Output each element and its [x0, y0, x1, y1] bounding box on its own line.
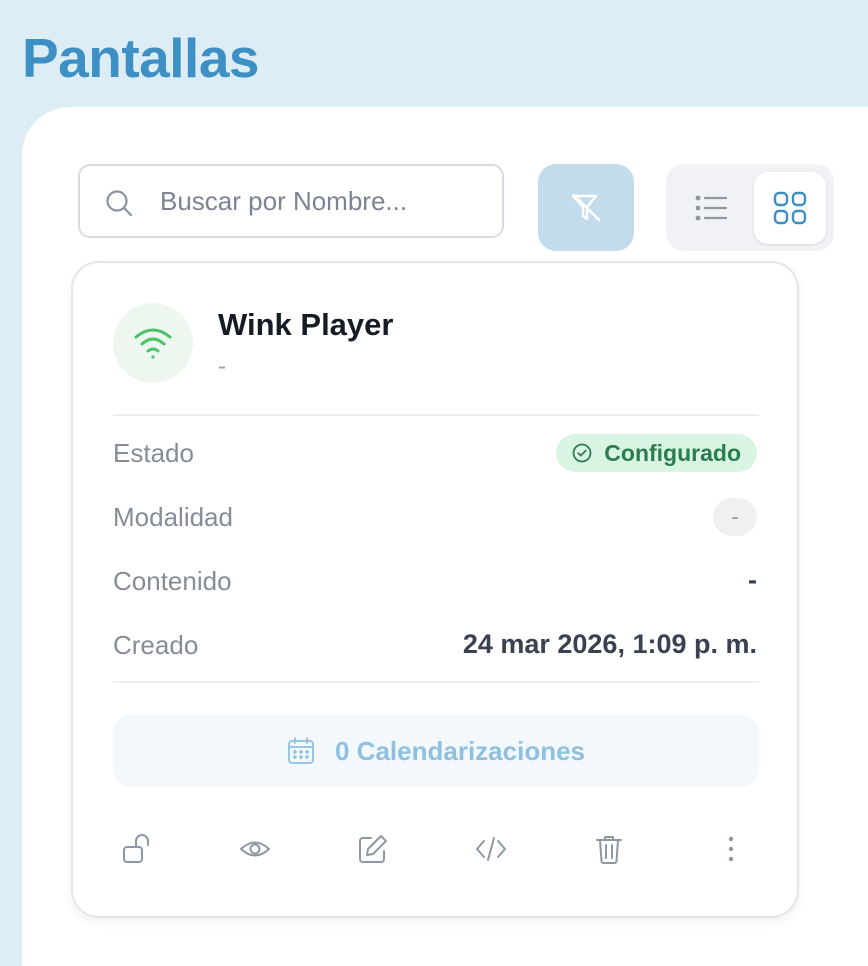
- edit-icon: [359, 835, 387, 863]
- delete-button[interactable]: [589, 829, 629, 869]
- more-options-button[interactable]: [711, 829, 751, 869]
- creado-label: Creado: [113, 630, 199, 660]
- more-vertical-icon: [728, 836, 734, 862]
- filter-button[interactable]: [538, 164, 634, 251]
- list-view-button[interactable]: [672, 172, 752, 244]
- calendar-icon: [288, 737, 314, 764]
- divider: [113, 681, 759, 683]
- page-title: Pantallas: [22, 27, 260, 89]
- edit-button[interactable]: [353, 829, 393, 869]
- card-title: Wink Player: [218, 307, 394, 342]
- grid-view-button[interactable]: [754, 172, 826, 244]
- search-icon: [106, 190, 133, 217]
- divider: [113, 414, 759, 416]
- screen-card: Wink Player - Estado Configurado Modalid…: [71, 261, 799, 918]
- card-subtitle: -: [218, 353, 226, 380]
- schedules-button[interactable]: 0 Calendarizaciones: [113, 715, 759, 787]
- view-button[interactable]: [235, 829, 275, 869]
- search-box[interactable]: [78, 164, 504, 238]
- modalidad-badge: -: [713, 498, 757, 536]
- modalidad-label: Modalidad: [113, 502, 233, 532]
- trash-icon: [596, 836, 622, 864]
- check-circle-icon: [572, 443, 592, 463]
- grid-icon: [773, 191, 807, 225]
- schedules-label: 0 Calendarizaciones: [335, 735, 585, 766]
- view-toggle: [666, 164, 834, 251]
- contenido-label: Contenido: [113, 566, 232, 596]
- status-badge: Configurado: [556, 434, 757, 472]
- embed-code-button[interactable]: [471, 829, 511, 869]
- estado-label: Estado: [113, 438, 194, 468]
- creado-value: 24 mar 2026, 1:09 p. m.: [462, 629, 757, 659]
- wifi-icon: [134, 328, 172, 359]
- unlock-icon: [123, 834, 149, 863]
- list-icon: [695, 195, 728, 221]
- filter-off-icon: [571, 193, 601, 221]
- status-badge-label: Configurado: [604, 439, 741, 466]
- code-icon: [476, 837, 506, 861]
- avatar: [113, 303, 193, 383]
- search-input[interactable]: [160, 166, 490, 236]
- unlock-button[interactable]: [118, 829, 158, 869]
- eye-icon: [240, 841, 270, 857]
- contenido-value: -: [748, 565, 757, 595]
